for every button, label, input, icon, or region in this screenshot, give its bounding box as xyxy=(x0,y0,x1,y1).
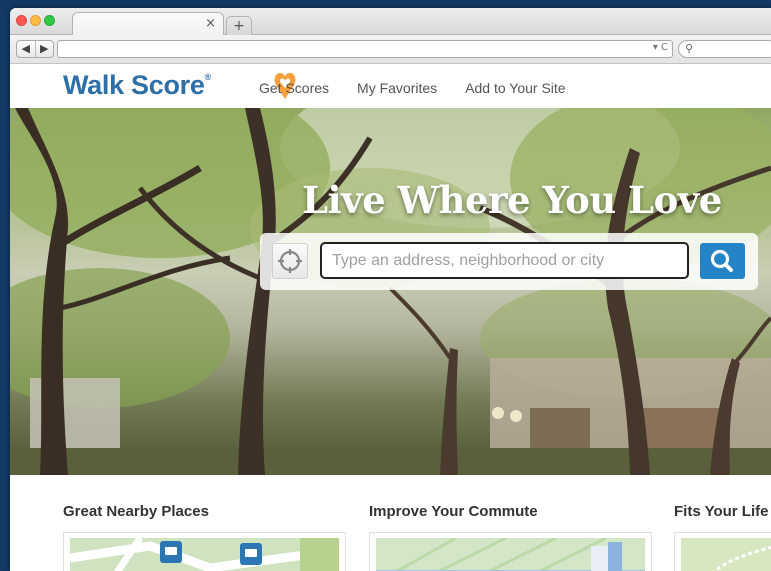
search-icon: ⚲ xyxy=(685,42,694,55)
tab-close-icon[interactable]: × xyxy=(205,16,216,31)
site-header: Walk Score® Get Scores My Favorites Add … xyxy=(10,64,771,108)
address-bar[interactable]: ▾ C xyxy=(57,40,673,58)
window-maximize-button[interactable] xyxy=(44,15,55,26)
fits-your-life-card[interactable] xyxy=(674,532,771,571)
window-close-button[interactable] xyxy=(16,15,27,26)
section-title-nearby-places: Great Nearby Places xyxy=(63,503,209,520)
site-nav: Get Scores My Favorites Add to Your Site xyxy=(259,80,566,96)
new-tab-button[interactable]: + xyxy=(226,16,252,35)
fits-your-life-map xyxy=(681,538,771,571)
nearby-places-card[interactable] xyxy=(63,532,346,571)
nav-get-scores[interactable]: Get Scores xyxy=(259,80,329,96)
hero-tree-photo xyxy=(10,108,771,475)
browser-tab[interactable]: × xyxy=(72,12,224,36)
browser-toolbar: ◀ ▶ ▾ C ⚲ xyxy=(10,35,771,64)
magnifier-icon xyxy=(710,249,733,272)
feature-sections: Great Nearby Places Improve Your Commute… xyxy=(10,475,771,571)
logo-registered-mark: ® xyxy=(204,72,212,82)
browser-titlebar: × + xyxy=(10,8,771,36)
reload-icon[interactable]: ▾ C xyxy=(653,42,668,53)
hero-banner: Live Where You Love xyxy=(10,108,771,475)
address-search-input[interactable] xyxy=(320,242,689,279)
forward-button[interactable]: ▶ xyxy=(34,41,54,57)
browser-search-field[interactable]: ⚲ xyxy=(678,40,771,58)
commute-map xyxy=(376,538,645,571)
history-buttons: ◀ ▶ xyxy=(16,40,54,58)
locate-me-button[interactable] xyxy=(272,243,308,279)
window-minimize-button[interactable] xyxy=(30,15,41,26)
crosshair-icon xyxy=(278,249,302,273)
back-button[interactable]: ◀ xyxy=(17,41,35,57)
nav-add-to-your-site[interactable]: Add to Your Site xyxy=(465,80,565,96)
search-button[interactable] xyxy=(700,243,745,279)
nearby-places-map xyxy=(70,538,339,571)
section-title-commute: Improve Your Commute xyxy=(369,503,538,520)
browser-window: × + ◀ ▶ ▾ C ⚲ Walk Score® Get Scores My … xyxy=(10,8,771,571)
walk-score-logo[interactable]: Walk Score® xyxy=(63,70,296,101)
address-search-panel xyxy=(260,233,758,290)
nav-my-favorites[interactable]: My Favorites xyxy=(357,80,437,96)
logo-text: Walk Score xyxy=(63,70,205,100)
hero-title: Live Where You Love xyxy=(302,178,722,222)
section-title-fits-your-life: Fits Your Life xyxy=(674,503,769,520)
commute-card[interactable] xyxy=(369,532,652,571)
